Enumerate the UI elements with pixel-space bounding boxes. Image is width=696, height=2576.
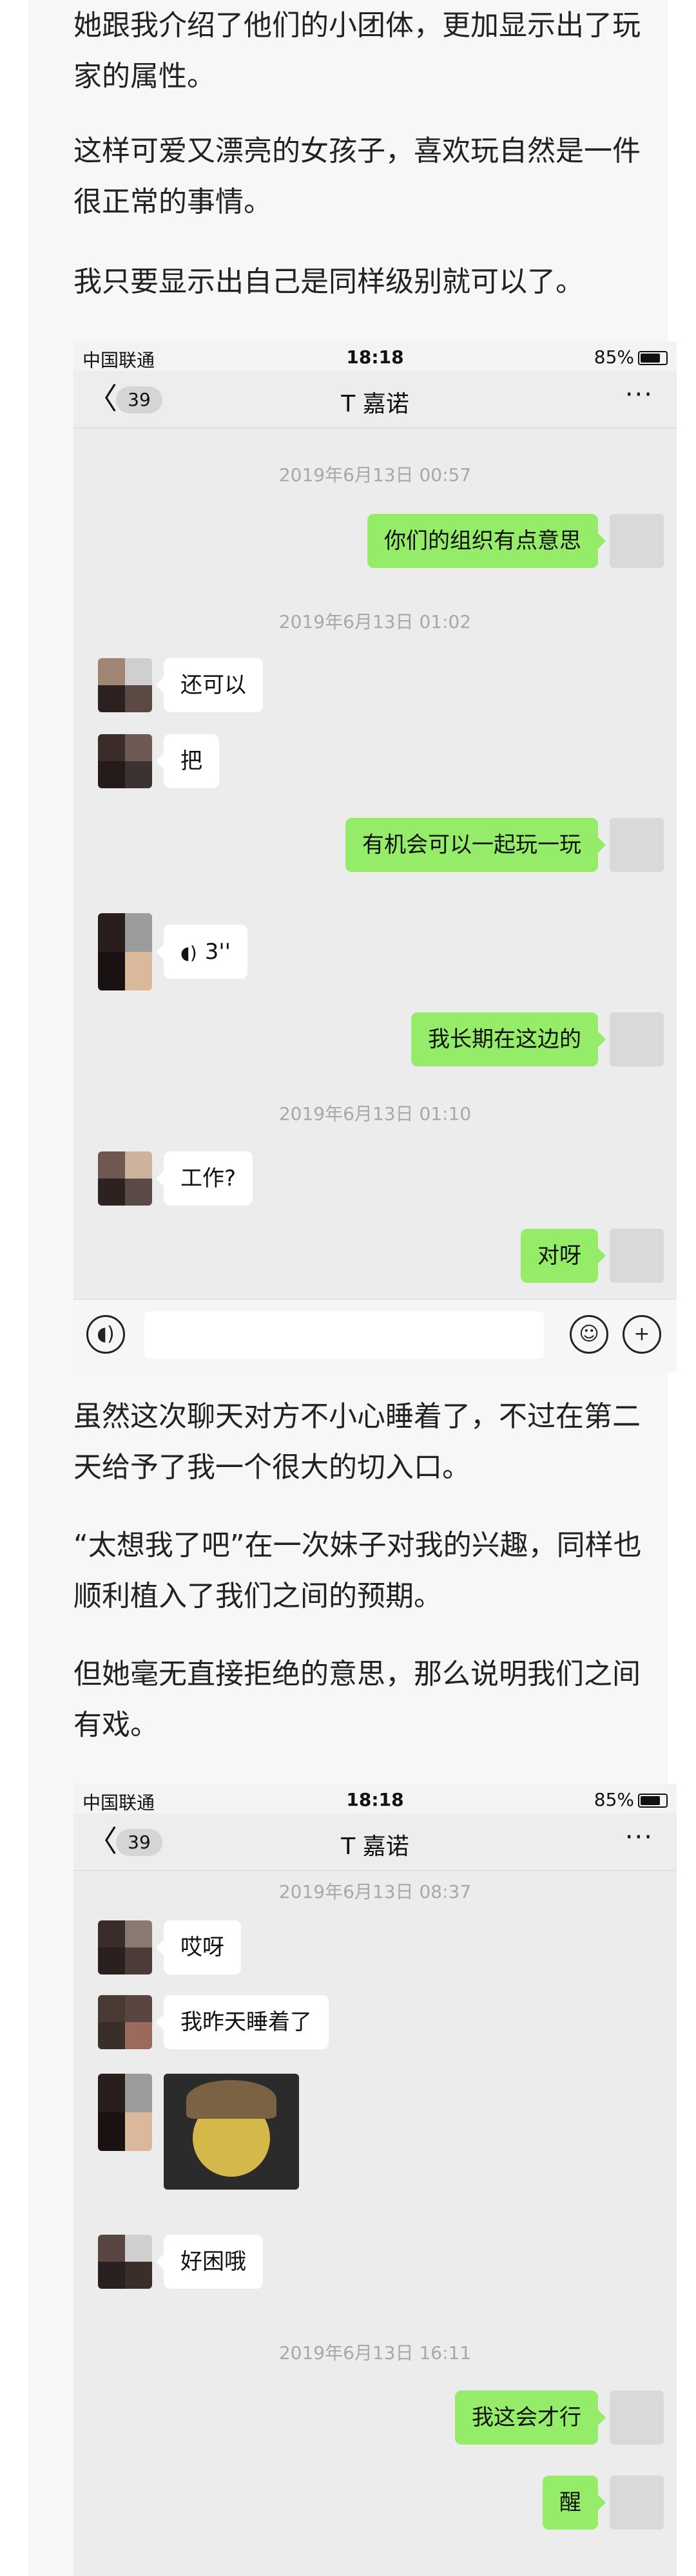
avatar[interactable]: [610, 2391, 664, 2445]
message-bubble[interactable]: 醒: [543, 2476, 606, 2530]
more-icon[interactable]: ···: [625, 1823, 653, 1852]
message-bubble[interactable]: 哎呀: [156, 1920, 241, 1975]
avatar[interactable]: [98, 2235, 152, 2289]
message-bubble[interactable]: 你们的组织有点意思: [367, 514, 606, 568]
timestamp: 2019年6月13日 01:10: [278, 1103, 472, 1124]
chat-screenshot-2: 中国联通 18:18 85% 〈 39 T 嘉诺 ··· 2019年6月13日 …: [73, 1784, 677, 2576]
chat-input-bar: ◖) ☺ +: [73, 1299, 677, 1372]
avatar[interactable]: [98, 1920, 152, 1975]
paragraph-3: 我只要显示出自己是同样级别就可以了。: [73, 265, 584, 298]
message-bubble[interactable]: 把: [156, 734, 219, 788]
status-time: 18:18: [346, 346, 404, 368]
timestamp: 2019年6月13日 08:37: [278, 1881, 472, 1902]
message-bubble[interactable]: 工作?: [155, 1151, 253, 1206]
message-bubble[interactable]: 还可以: [156, 658, 263, 712]
status-time: 18:18: [346, 1789, 404, 1810]
battery-indicator: 85%: [594, 346, 668, 368]
status-bar: 中国联通 18:18 85%: [73, 1784, 677, 1814]
emoji-icon[interactable]: ☺: [570, 1315, 608, 1354]
message-bubble[interactable]: 对呀: [521, 1229, 606, 1283]
avatar[interactable]: [610, 818, 664, 872]
avatar[interactable]: [98, 2074, 152, 2151]
image-message[interactable]: [164, 2074, 299, 2190]
chat-screenshot-1: 中国联通 18:18 85% 〈 39 T 嘉诺 ··· 2019年6月13日 …: [73, 341, 677, 1372]
paragraph-4: 虽然这次聊天对方不小心睡着了，不过在第二天给予了我一个很大的切入口。: [73, 1400, 641, 1484]
pikachu-hat: [186, 2080, 276, 2119]
paragraph-5: “太想我了吧”在一次妹子对我的兴趣，同样也顺利植入了我们之间的预期。: [73, 1529, 642, 1613]
message-bubble[interactable]: 我昨天睡着了: [156, 1995, 329, 2049]
avatar[interactable]: [98, 734, 152, 788]
chat-navbar: 〈 39 T 嘉诺 ···: [73, 1814, 677, 1871]
avatar[interactable]: [610, 2476, 664, 2530]
plus-icon[interactable]: +: [623, 1315, 661, 1354]
status-bar: 中国联通 18:18 85%: [73, 341, 677, 371]
avatar[interactable]: [610, 1012, 664, 1066]
message-input[interactable]: [144, 1311, 544, 1359]
message-bubble[interactable]: 好困哦: [156, 2235, 263, 2289]
voice-toggle-icon[interactable]: ◖): [86, 1315, 125, 1354]
message-bubble[interactable]: 我长期在这边的: [411, 1012, 606, 1066]
avatar[interactable]: [98, 1995, 152, 2049]
timestamp: 2019年6月13日 16:11: [278, 2342, 472, 2363]
paragraph-1: 她跟我介绍了他们的小团体，更加显示出了玩家的属性。: [73, 9, 641, 93]
chat-title: T 嘉诺: [341, 1833, 409, 1860]
paragraph-6: 但她毫无直接拒绝的意思，那么说明我们之间有戏。: [73, 1658, 641, 1741]
avatar[interactable]: [98, 1151, 152, 1206]
chat-title: T 嘉诺: [341, 391, 409, 417]
timestamp: 2019年6月13日 01:02: [278, 611, 472, 632]
more-icon[interactable]: ···: [625, 380, 653, 410]
article-page: 她跟我介绍了他们的小团体，更加显示出了玩家的属性。 这样可爱又漂亮的女孩子，喜欢…: [28, 0, 677, 2576]
avatar[interactable]: [610, 1229, 664, 1283]
timestamp: 2019年6月13日 00:57: [278, 464, 472, 486]
message-bubble[interactable]: 我这会才行: [455, 2391, 606, 2445]
voice-message[interactable]: ◖) 3'': [155, 925, 248, 979]
chat-navbar: 〈 39 T 嘉诺 ···: [73, 371, 677, 428]
paragraph-2: 这样可爱又漂亮的女孩子，喜欢玩自然是一件很正常的事情。: [73, 135, 641, 218]
avatar[interactable]: [98, 913, 152, 990]
message-bubble[interactable]: 有机会可以一起玩一玩: [345, 818, 606, 872]
battery-icon: [638, 1794, 668, 1808]
battery-indicator: 85%: [594, 1789, 668, 1810]
voice-icon: ◖): [180, 942, 197, 963]
avatar[interactable]: [610, 514, 664, 568]
battery-icon: [638, 351, 668, 365]
avatar[interactable]: [98, 658, 152, 712]
